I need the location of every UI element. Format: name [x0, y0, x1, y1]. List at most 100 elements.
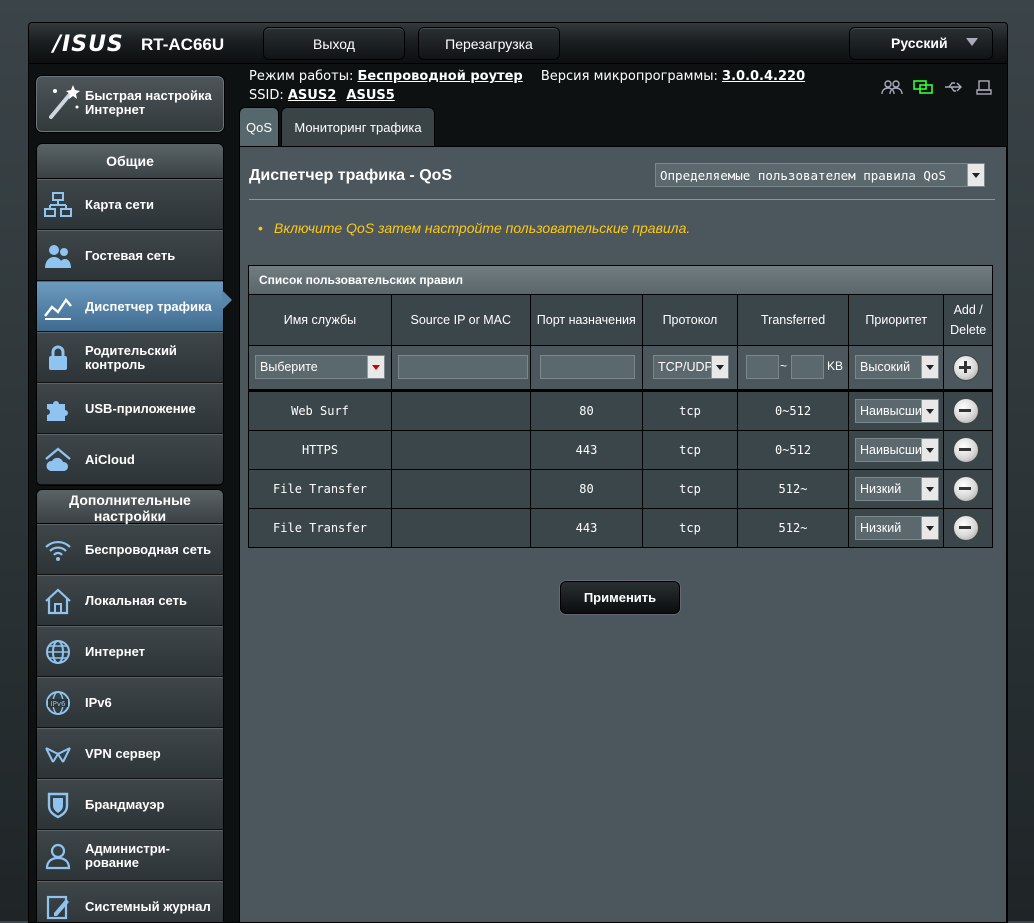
usb-icon[interactable] [943, 79, 965, 95]
status-info: Режим работы: Беспроводной роутер Версия… [249, 67, 819, 105]
rules-table: Список пользовательских правил Имя служб… [248, 265, 993, 548]
delete-rule-button[interactable] [953, 437, 979, 463]
rule-transferred-cell: 512~ [738, 470, 849, 508]
rule-port-cell: 443 [531, 431, 643, 469]
sidebar-item-label: VPN сервер [85, 745, 161, 761]
priority-select[interactable]: Высокий [855, 355, 939, 379]
qos-notice: Включите QoS затем настройте пользовател… [258, 220, 690, 236]
col-source: Source IP or MAC [392, 295, 531, 345]
col-add-delete: Add / Delete [950, 303, 987, 337]
sidebar-item-firewall[interactable]: Брандмауэр [37, 779, 223, 830]
rule-source-cell [392, 509, 531, 547]
source-ip-input[interactable] [398, 355, 528, 379]
asus-logo: /ISUS [53, 32, 124, 57]
transferred-min-input[interactable] [746, 355, 779, 379]
internet-status-icon[interactable] [912, 79, 934, 95]
rule-service-cell: HTTPS [249, 431, 392, 469]
rule-priority-select[interactable]: Низкий [855, 477, 939, 501]
reboot-button[interactable]: Перезагрузка [418, 27, 560, 60]
service-select[interactable]: Выберите [255, 355, 385, 379]
table-row: HTTPS 443 tcp 0~512 Наивысший [249, 431, 992, 470]
delete-rule-button[interactable] [953, 398, 979, 424]
sidebar-item-ipv6[interactable]: IPv6 IPv6 [37, 677, 223, 728]
apply-button[interactable]: Применить [560, 581, 680, 614]
rule-protocol-cell: tcp [643, 470, 738, 508]
add-rule-button[interactable] [953, 354, 979, 381]
tab-qos[interactable]: QoS [239, 107, 279, 147]
rule-priority-value: Низкий [860, 521, 902, 535]
table-row: File Transfer 80 tcp 512~ Низкий [249, 470, 992, 509]
language-label: Русский [891, 35, 948, 51]
rule-priority-select[interactable]: Наивысший [855, 399, 939, 423]
sidebar-item-internet[interactable]: Интернет [37, 626, 223, 677]
router-window: /ISUS RT-AC66U Выход Перезагрузка Русски… [28, 22, 1008, 923]
new-rule-row: Выберите TCP/UDP ~ KB Высокий [249, 346, 992, 390]
chevron-down-icon [966, 38, 978, 46]
ssid-link-2[interactable]: ASUS5 [346, 88, 394, 103]
sidebar-item-aicloud[interactable]: AiCloud [37, 434, 223, 485]
rule-service-cell: File Transfer [249, 509, 392, 547]
sidebar-item-guest-network[interactable]: Гостевая сеть [37, 230, 223, 281]
rules-list: Web Surf 80 tcp 0~512 Наивысший HTTPS 443 tcp 0~… [249, 392, 992, 547]
port-input[interactable] [540, 355, 635, 379]
transferred-max-input[interactable] [791, 355, 824, 379]
sidebar-item-label: AiCloud [85, 451, 135, 467]
user-icon [45, 843, 71, 870]
quick-setup-button[interactable]: Быстрая настройка Интернет [36, 76, 224, 132]
ssid-link-1[interactable]: ASUS2 [288, 88, 336, 103]
sidebar-item-administration[interactable]: Администри-рование [37, 830, 223, 881]
protocol-select[interactable]: TCP/UDP [653, 355, 729, 379]
qos-mode-select[interactable]: Определяемые пользователем правила QoS [655, 163, 985, 187]
col-transferred: Transferred [738, 295, 850, 345]
sidebar-item-label: Системный журнал [85, 898, 211, 914]
quick-setup-label: Быстрая настройка Интернет [85, 88, 212, 117]
chevron-down-icon [967, 164, 984, 186]
sidebar-item-usb-app[interactable]: USB-приложение [37, 383, 223, 434]
sidebar-item-traffic-manager[interactable]: Диспетчер трафика [37, 281, 223, 332]
rule-protocol-cell: tcp [643, 392, 738, 430]
rule-source-cell [392, 431, 531, 469]
rule-service-cell: File Transfer [249, 470, 392, 508]
sidebar-item-label: Диспетчер трафика [85, 298, 212, 314]
logout-button[interactable]: Выход [263, 27, 405, 60]
sidebar-item-wireless[interactable]: Беспроводная сеть [37, 524, 223, 575]
rule-delete-cell [944, 509, 988, 547]
sidebar-item-vpn[interactable]: VPN сервер [37, 728, 223, 779]
rule-priority-select[interactable]: Низкий [855, 516, 939, 540]
delete-rule-button[interactable] [953, 515, 979, 541]
kb-label: KB [827, 359, 844, 373]
table-row: Web Surf 80 tcp 0~512 Наивысший [249, 392, 992, 431]
protocol-select-value: TCP/UDP [658, 360, 713, 374]
mode-link[interactable]: Беспроводной роутер [357, 69, 522, 84]
sidebar-item-lan[interactable]: Локальная сеть [37, 575, 223, 626]
home-icon [45, 588, 71, 615]
chevron-down-icon [711, 356, 728, 378]
tab-traffic-monitor[interactable]: Мониторинг трафика [281, 107, 435, 147]
firmware-link[interactable]: 3.0.0.4.220 [722, 69, 805, 84]
language-select[interactable]: Русский [849, 27, 993, 60]
col-service: Имя службы [249, 295, 392, 345]
clients-icon[interactable] [881, 79, 903, 95]
general-title: Общие [37, 144, 223, 179]
sidebar-item-system-log[interactable]: Системный журнал [37, 881, 223, 922]
cloud-home-icon [45, 447, 71, 471]
sidebar-item-network-map[interactable]: Карта сети [37, 179, 223, 230]
printer-icon[interactable] [974, 79, 996, 95]
advanced-title: Дополнительные настройки [37, 490, 223, 524]
rule-delete-cell [944, 431, 988, 469]
sidebar-item-label: Беспроводная сеть [85, 541, 212, 557]
mode-label: Режим работы: [249, 69, 354, 84]
rule-transferred-cell: 0~512 [738, 392, 849, 430]
table-title: Список пользовательских правил [249, 266, 992, 295]
rule-port-cell: 443 [531, 509, 643, 547]
rule-transferred-cell: 512~ [738, 509, 849, 547]
sidebar-item-label: Локальная сеть [85, 592, 187, 608]
sidebar-item-parental-control[interactable]: Родительский контроль [37, 332, 223, 383]
qos-mode-value: Определяемые пользователем правила QoS [660, 168, 946, 183]
rule-priority-value: Наивысший [860, 443, 929, 457]
page-title: Диспетчер трафика - QoS [249, 167, 453, 184]
rule-transferred-cell: 0~512 [738, 431, 849, 469]
delete-rule-button[interactable] [953, 476, 979, 502]
rule-priority-select[interactable]: Наивысший [855, 438, 939, 462]
chevron-down-icon [367, 356, 384, 378]
